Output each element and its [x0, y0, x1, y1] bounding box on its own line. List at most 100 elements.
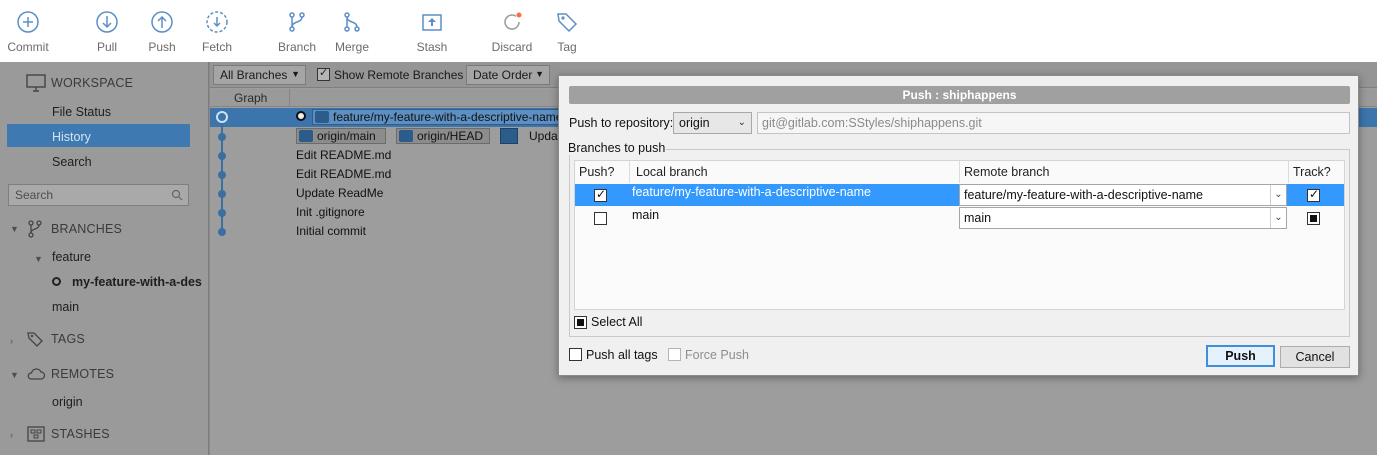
tag-label: Tag — [557, 40, 577, 54]
push-button[interactable]: Push — [1206, 345, 1275, 367]
chevron-down-icon: ⌄ — [737, 117, 746, 128]
stashes-expand-chevron-icon[interactable]: › — [10, 430, 20, 440]
sidebar-search-input[interactable]: Search — [8, 184, 189, 206]
more-tags-icon[interactable] — [500, 128, 518, 144]
graph-header-label: Graph — [234, 91, 268, 105]
track-checkbox[interactable] — [1307, 212, 1320, 225]
local-branch-name: main — [632, 208, 660, 222]
sidebar-item-search[interactable]: Search — [52, 155, 92, 169]
stashes-heading[interactable]: STASHES — [51, 427, 110, 441]
branches-heading[interactable]: BRANCHES — [51, 222, 122, 236]
chevron-down-icon[interactable]: ⌄ — [1270, 185, 1286, 205]
sidebar-item-origin[interactable]: origin — [52, 395, 83, 409]
fetch-button[interactable]: Fetch — [189, 8, 245, 58]
force-push-label: Force Push — [685, 348, 749, 362]
sidebar-item-feature-folder[interactable]: feature — [52, 250, 91, 264]
push-checkbox[interactable] — [594, 212, 607, 225]
branch-filter-value: All Branches — [220, 68, 288, 82]
branch-filter-select[interactable]: All Branches ▼ — [213, 65, 306, 85]
commit-button[interactable]: Commit — [0, 8, 56, 58]
column-header-push[interactable]: Push? — [575, 161, 630, 183]
select-all-checkbox[interactable] — [574, 316, 587, 329]
cloud-icon — [27, 368, 46, 380]
remote-branch-combo[interactable]: main ⌄ — [959, 207, 1287, 229]
column-header-remote-branch[interactable]: Remote branch — [960, 161, 1289, 183]
stashes-icon — [27, 426, 45, 442]
branch-label: Branch — [277, 40, 317, 54]
remote-branch-value: main — [964, 211, 992, 225]
commit-message[interactable]: Edit README.md — [296, 167, 391, 181]
remotes-heading[interactable]: REMOTES — [51, 367, 114, 381]
plus-circle-icon — [17, 11, 39, 33]
pull-button[interactable]: Pull — [79, 8, 135, 58]
branch-icon — [289, 12, 305, 32]
workspace-heading: WORKSPACE — [51, 76, 134, 90]
table-row[interactable]: feature/my-feature-with-a-descriptive-na… — [575, 184, 1344, 206]
push-checkbox[interactable] — [594, 187, 607, 202]
commit-label: Commit — [7, 40, 49, 54]
sidebar-item-history[interactable]: History — [52, 130, 91, 144]
column-header-local-branch[interactable]: Local branch — [630, 161, 960, 183]
push-all-tags-checkbox[interactable] — [569, 348, 582, 361]
remote-branch-combo[interactable]: feature/my-feature-with-a-descriptive-na… — [959, 184, 1287, 206]
local-branch-name: feature/my-feature-with-a-descriptive-na… — [632, 185, 871, 199]
branch-tag-origin-main[interactable]: origin/main — [296, 128, 386, 144]
branch-icon — [299, 130, 313, 142]
monitor-icon — [26, 74, 46, 92]
force-push-checkbox[interactable] — [668, 348, 681, 361]
branches-table: Push? Local branch Remote branch Track? … — [574, 160, 1345, 310]
show-remote-branches-label: Show Remote Branches — [334, 68, 464, 82]
chevron-down-icon[interactable]: ⌄ — [1270, 208, 1286, 228]
graph-node — [218, 171, 226, 179]
feature-folder-chevron-icon[interactable]: ▼ — [34, 254, 44, 264]
merge-button[interactable]: Merge — [324, 8, 380, 58]
discard-button[interactable]: Discard — [484, 8, 540, 58]
checkmark-icon: ✓ — [319, 67, 329, 79]
branch-tag-feature[interactable]: feature/my-feature-with-a-descriptive-na… — [312, 109, 568, 125]
repository-value: origin — [679, 116, 710, 130]
fetch-dashed-circle-icon — [206, 11, 228, 33]
fetch-label: Fetch — [201, 40, 232, 54]
column-divider — [289, 89, 290, 107]
order-value: Date Order — [473, 68, 533, 82]
push-dialog: Push : shiphappens Push to repository: o… — [558, 75, 1359, 376]
commit-message[interactable]: Init .gitignore — [296, 205, 365, 219]
graph-node — [218, 152, 226, 160]
show-remote-branches-checkbox[interactable]: ✓ — [317, 67, 330, 81]
branch-icon — [399, 130, 413, 142]
cancel-button[interactable]: Cancel — [1280, 346, 1350, 368]
tags-expand-chevron-icon[interactable]: › — [10, 336, 20, 346]
select-all-label: Select All — [591, 315, 643, 329]
sidebar-item-file-status[interactable]: File Status — [52, 105, 111, 119]
commit-message: Upda — [529, 129, 558, 143]
tags-icon — [27, 332, 43, 347]
column-header-track[interactable]: Track? — [1289, 161, 1344, 183]
sidebar-item-current-branch[interactable]: my-feature-with-a-des — [72, 275, 202, 289]
branch-button[interactable]: Branch — [269, 8, 325, 58]
repo-label: Push to repository: — [569, 116, 674, 130]
sidebar-item-main[interactable]: main — [52, 300, 79, 314]
branches-to-push-label: Branches to push — [567, 141, 667, 155]
branch-tag-origin-head[interactable]: origin/HEAD — [396, 128, 490, 144]
repository-url: git@gitlab.com:SStyles/shiphappens.git — [762, 116, 982, 130]
remotes-collapse-chevron-icon[interactable]: ▼ — [10, 370, 20, 380]
commit-message[interactable]: Edit README.md — [296, 148, 391, 162]
dialog-title: Push : shiphappens — [569, 86, 1350, 104]
commit-message[interactable]: Update ReadMe — [296, 186, 383, 200]
merge-label: Merge — [334, 40, 369, 54]
commit-message[interactable]: Initial commit — [296, 224, 366, 238]
track-checkbox[interactable] — [1307, 187, 1320, 202]
table-row[interactable]: main main ⌄ — [575, 207, 1344, 229]
push-toolbar-button[interactable]: Push — [134, 8, 190, 58]
graph-node — [218, 190, 226, 198]
repository-select[interactable]: origin ⌄ — [673, 112, 752, 134]
tags-heading[interactable]: TAGS — [51, 332, 85, 346]
stash-button[interactable]: Stash — [404, 8, 460, 58]
tag-button[interactable]: Tag — [539, 8, 595, 58]
branch-tag-origin-head-label: origin/HEAD — [417, 129, 484, 143]
stash-label: Stash — [416, 40, 448, 54]
branches-collapse-chevron-icon[interactable]: ▼ — [10, 224, 20, 234]
head-indicator-icon — [296, 111, 306, 121]
order-select[interactable]: Date Order ▼ — [466, 65, 550, 85]
sidebar-selection-highlight — [7, 124, 190, 147]
